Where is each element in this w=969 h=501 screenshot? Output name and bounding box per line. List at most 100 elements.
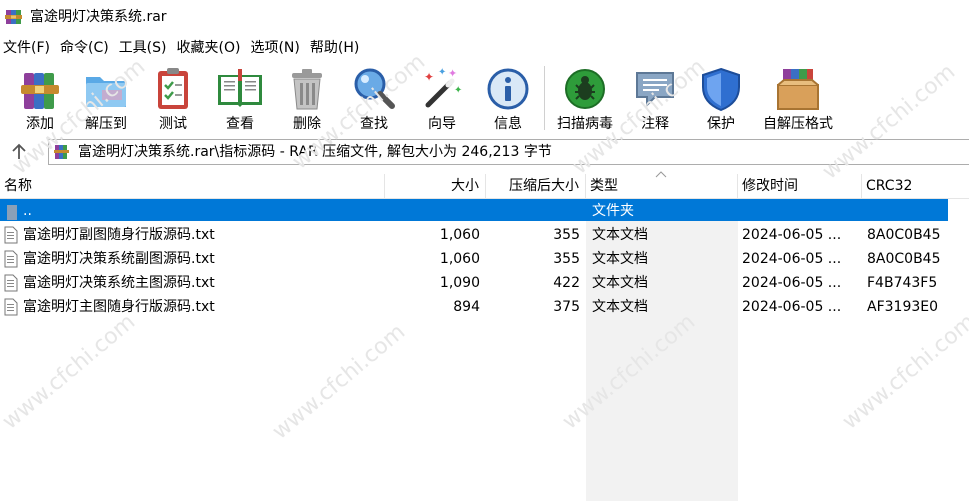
- file-type: 文本文档: [592, 275, 648, 291]
- extract-to-label: 解压到: [85, 116, 127, 132]
- menu-file[interactable]: 文件(F): [0, 37, 57, 59]
- file-size: 1,090: [439, 275, 480, 291]
- info-label: 信息: [494, 116, 522, 132]
- text-file-icon: [4, 250, 18, 268]
- comment-icon: [636, 72, 674, 108]
- delete-label: 删除: [293, 116, 321, 132]
- list-item[interactable]: 富途明灯决策系统副图源码.txt 1,060 355 文本文档 2024-06-…: [0, 247, 969, 271]
- window-title: 富途明灯决策系统.rar: [30, 9, 167, 25]
- file-size: 894: [453, 299, 480, 315]
- virus-scan-button[interactable]: 扫描病毒: [553, 62, 617, 134]
- svg-text:✦: ✦: [454, 85, 462, 96]
- folder-up-icon: [7, 205, 17, 220]
- file-list: .. 文件夹 富途明灯副图随身行版源码.txt 1,060 355 文本文档 2…: [0, 199, 969, 319]
- text-file-icon: [4, 226, 18, 244]
- column-size[interactable]: 大小: [385, 174, 486, 198]
- view-book-icon: [218, 69, 262, 107]
- menu-options[interactable]: 选项(N): [247, 37, 306, 59]
- svg-text:✦: ✦: [438, 67, 446, 78]
- view-button[interactable]: 查看: [213, 62, 267, 134]
- magnifier-icon: [354, 68, 395, 109]
- list-item[interactable]: 富途明灯主图随身行版源码.txt 894 375 文本文档 2024-06-05…: [0, 295, 969, 319]
- menu-help[interactable]: 帮助(H): [307, 37, 366, 59]
- menu-tools[interactable]: 工具(S): [116, 37, 174, 59]
- file-type: 文本文档: [592, 299, 648, 315]
- file-name: ..: [23, 203, 32, 219]
- file-type: 文件夹: [592, 203, 634, 219]
- sfx-label: 自解压格式: [763, 116, 833, 132]
- list-item[interactable]: 富途明灯副图随身行版源码.txt 1,060 355 文本文档 2024-06-…: [0, 223, 969, 247]
- trash-icon: [292, 69, 322, 110]
- file-packed-size: 355: [553, 227, 580, 243]
- wizard-wand-icon: ✦ ✦ ✦ ✦: [424, 67, 462, 108]
- file-crc: 8A0C0B45: [867, 251, 941, 267]
- file-type: 文本文档: [592, 227, 648, 243]
- winrar-app-icon: [5, 10, 22, 24]
- file-crc: F4B743F5: [867, 275, 938, 291]
- file-name: 富途明灯决策系统副图源码.txt: [23, 251, 215, 267]
- view-label: 查看: [226, 116, 254, 132]
- comment-button[interactable]: 注释: [630, 62, 680, 134]
- file-modified: 2024-06-05 ...: [742, 251, 842, 267]
- column-name[interactable]: 名称: [0, 174, 385, 198]
- column-packed[interactable]: 压缩后大小: [486, 174, 586, 198]
- menu-bar: 文件(F) 命令(C) 工具(S) 收藏夹(O) 选项(N) 帮助(H): [0, 36, 969, 60]
- wizard-label: 向导: [428, 116, 456, 132]
- text-file-icon: [4, 298, 18, 316]
- info-button[interactable]: 信息: [483, 62, 533, 134]
- toolbar-separator: [544, 66, 545, 130]
- wizard-button[interactable]: ✦ ✦ ✦ ✦ 向导: [416, 62, 468, 134]
- selection-highlight: [0, 199, 948, 221]
- watermark-text: www.cfchi.com: [268, 319, 410, 444]
- sort-ascending-icon: [655, 171, 667, 178]
- delete-button[interactable]: 删除: [282, 62, 332, 134]
- file-size: 1,060: [439, 251, 480, 267]
- virus-scan-icon: [565, 69, 605, 109]
- file-packed-size: 422: [553, 275, 580, 291]
- file-modified: 2024-06-05 ...: [742, 299, 842, 315]
- test-clipboard-icon: [158, 68, 188, 109]
- protect-button[interactable]: 保护: [696, 62, 746, 134]
- file-type: 文本文档: [592, 251, 648, 267]
- file-modified: 2024-06-05 ...: [742, 227, 842, 243]
- address-bar: 富途明灯决策系统.rar\指标源码 - RAR 压缩文件, 解包大小为 246,…: [0, 138, 969, 166]
- toolbar: 添加 解压到 测试 查看 删除 查找 ✦ ✦ ✦ ✦ 向导 信息 扫描病毒 注释…: [0, 62, 969, 134]
- file-name: 富途明灯主图随身行版源码.txt: [23, 299, 215, 315]
- watermark-text: www.cfchi.com: [838, 309, 969, 434]
- file-crc: 8A0C0B45: [867, 227, 941, 243]
- find-button[interactable]: 查找: [348, 62, 400, 134]
- text-file-icon: [4, 274, 18, 292]
- title-bar: 富途明灯决策系统.rar: [0, 0, 969, 34]
- list-item[interactable]: 富途明灯决策系统主图源码.txt 1,090 422 文本文档 2024-06-…: [0, 271, 969, 295]
- find-label: 查找: [360, 116, 388, 132]
- path-text: 富途明灯决策系统.rar\指标源码 - RAR 压缩文件, 解包大小为 246,…: [78, 144, 552, 160]
- svg-text:✦: ✦: [424, 70, 434, 84]
- extract-to-icon: [86, 77, 126, 107]
- test-label: 测试: [159, 116, 187, 132]
- file-name: 富途明灯决策系统主图源码.txt: [23, 275, 215, 291]
- file-size: 1,060: [439, 227, 480, 243]
- svg-text:✦: ✦: [448, 67, 457, 80]
- add-button[interactable]: 添加: [14, 62, 66, 134]
- sfx-box-icon: [777, 69, 819, 110]
- file-crc: AF3193E0: [867, 299, 939, 315]
- shield-icon: [702, 67, 740, 112]
- file-packed-size: 355: [553, 251, 580, 267]
- test-button[interactable]: 测试: [148, 62, 198, 134]
- menu-commands[interactable]: 命令(C): [57, 37, 116, 59]
- column-crc[interactable]: CRC32: [862, 174, 969, 198]
- file-modified: 2024-06-05 ...: [742, 275, 842, 291]
- watermark-text: www.cfchi.com: [0, 309, 140, 434]
- column-modified[interactable]: 修改时间: [738, 174, 862, 198]
- protect-label: 保护: [707, 116, 735, 132]
- menu-favorites[interactable]: 收藏夹(O): [174, 37, 248, 59]
- up-arrow-icon[interactable]: [7, 140, 31, 164]
- add-archive-icon: [21, 73, 59, 109]
- add-label: 添加: [26, 116, 54, 132]
- path-field[interactable]: 富途明灯决策系统.rar\指标源码 - RAR 压缩文件, 解包大小为 246,…: [48, 139, 969, 165]
- extract-to-button[interactable]: 解压到: [78, 62, 134, 134]
- sfx-button[interactable]: 自解压格式: [759, 62, 837, 134]
- info-icon: [487, 68, 529, 110]
- list-item-parent-folder[interactable]: .. 文件夹: [0, 199, 969, 223]
- file-packed-size: 375: [553, 299, 580, 315]
